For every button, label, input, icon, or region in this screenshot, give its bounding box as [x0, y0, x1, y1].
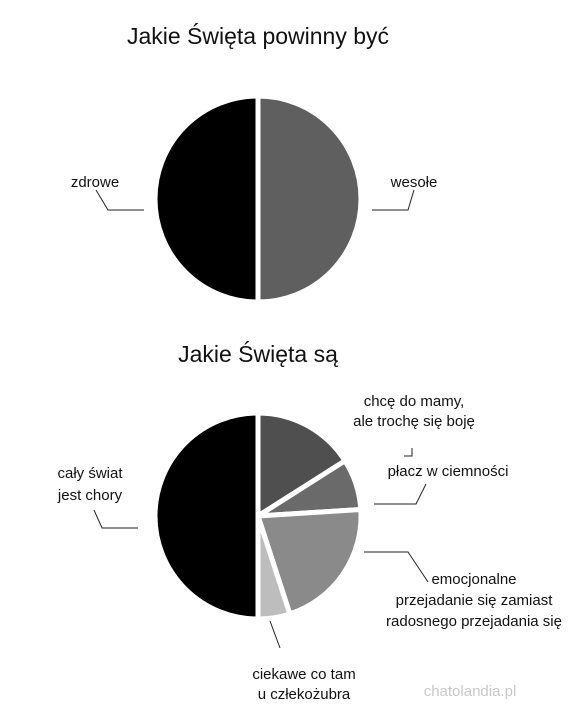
label-emocje-line2: przejadanie się zamiast	[396, 592, 554, 609]
label-placz: płacz w ciemności	[388, 463, 509, 480]
label-emocje-line3: radosnego przejadania się	[386, 613, 562, 630]
label-emocje-line1: emocjonalne	[431, 571, 516, 588]
label-ciekawe-line2: u człekożubra	[258, 686, 351, 703]
pie-slice-zdrowe	[152, 93, 261, 305]
chart-title-are: Jakie Święta są	[178, 340, 338, 367]
leader-line-emocje	[364, 551, 429, 583]
label-ciekawe-line1: ciekawe co tam	[252, 666, 355, 683]
leader-line-placz	[374, 483, 427, 505]
pie-slice-wesole	[255, 93, 364, 305]
pie-chart-should-be	[152, 93, 364, 305]
label-caly-line1: cały świat	[57, 465, 123, 482]
leader-line-ciekawe	[269, 620, 281, 649]
label-chce-line1: chcę do mamy,	[364, 393, 465, 410]
label-zdrowe: zdrowe	[71, 174, 119, 191]
label-chce-line2: ale trochę się boję	[353, 413, 475, 430]
leader-line-chce	[404, 448, 413, 457]
leader-line-zdrowe	[95, 189, 144, 211]
label-caly-line2: jest chory	[57, 487, 123, 504]
leader-line-caly	[93, 509, 138, 529]
pie-chart-are	[152, 410, 364, 622]
chart-canvas: Jakie Święta powinny być Jakie Święta są…	[57, 22, 562, 703]
chart-title-should-be: Jakie Święta powinny być	[127, 22, 389, 49]
comic-chart: Jakie Święta powinny być Jakie Święta są…	[0, 0, 580, 717]
watermark-text: chatolandia.pl	[424, 683, 517, 700]
leader-line-wesole	[372, 189, 415, 211]
pie-slice-caly-swiat-jest-chory	[152, 410, 261, 622]
label-wesole: wesołe	[390, 174, 438, 191]
